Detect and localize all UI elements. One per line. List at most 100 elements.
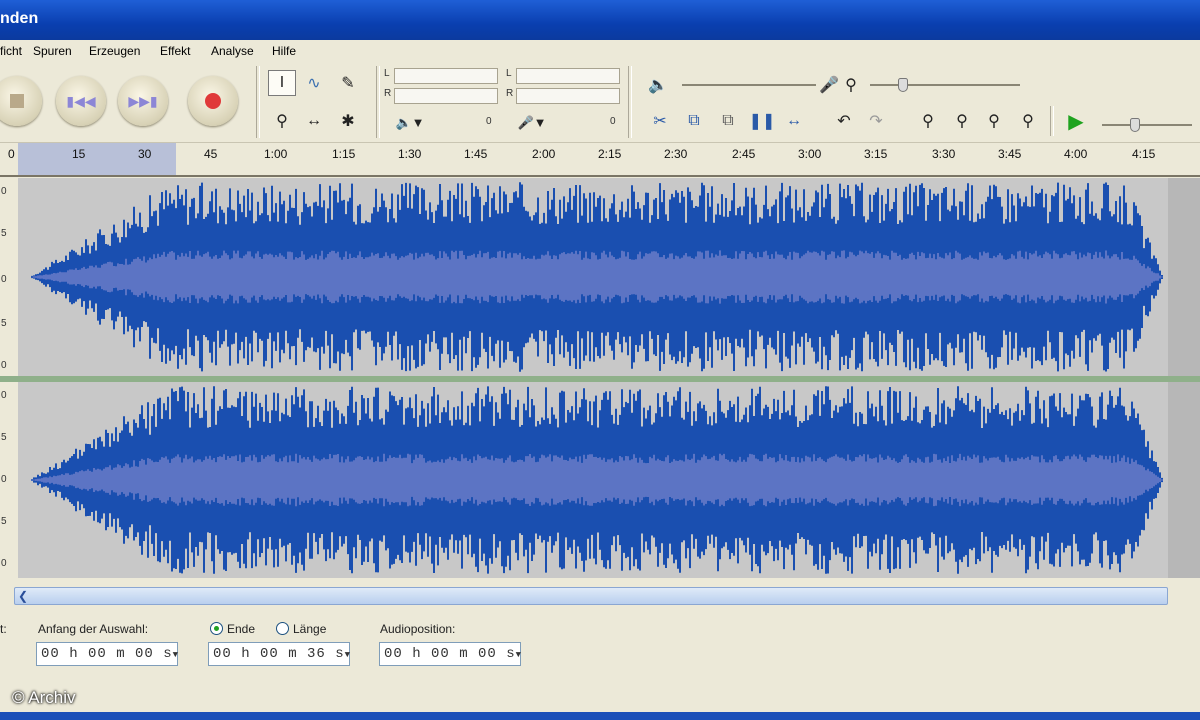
- scrollbar-thumb[interactable]: [14, 587, 1168, 605]
- record-meter-left: [516, 68, 620, 84]
- scale-label: 0: [1, 474, 7, 485]
- play-meter-menu[interactable]: 🔈▼: [388, 110, 432, 136]
- toolbar-separator: [376, 66, 380, 138]
- zoom-tool[interactable]: ⚲: [268, 108, 296, 134]
- copy-icon: ⧉: [688, 112, 700, 129]
- menu-ansicht[interactable]: ficht: [0, 44, 22, 58]
- skip-end-button[interactable]: ▶▶▮: [118, 76, 168, 126]
- timeline-tick: 3:00: [798, 147, 822, 161]
- waveform-rms: [31, 453, 1163, 507]
- selection-end-field[interactable]: 00 h 00 m 36 s▼: [208, 642, 350, 666]
- toolbar-separator: [628, 66, 632, 138]
- scroll-left-arrow-icon[interactable]: ❮: [14, 587, 32, 605]
- toolbar-separator: [256, 66, 260, 138]
- record-button[interactable]: [188, 76, 238, 126]
- play-meter-value: 0: [486, 116, 492, 127]
- input-volume-thumb[interactable]: [898, 78, 908, 92]
- scissors-icon: ✂: [653, 113, 667, 130]
- timeline-tick: 2:00: [532, 147, 556, 161]
- scale-label: 0: [1, 186, 7, 197]
- play-speed-thumb[interactable]: [1130, 118, 1140, 132]
- output-volume-icon: 🔈: [648, 77, 668, 94]
- fit-project-icon: ⚲: [1022, 113, 1034, 130]
- record-meter-value: 0: [610, 116, 616, 127]
- output-volume-slider[interactable]: [682, 84, 816, 86]
- selection-bar: t: Anfang der Auswahl: 00 h 00 m 00 s▼ E…: [0, 608, 1200, 720]
- paste-button[interactable]: ⧉: [714, 108, 742, 134]
- fit-selection-button[interactable]: ⚲: [980, 108, 1008, 134]
- input-volume-icon: ⚲: [845, 77, 857, 94]
- audio-position-field[interactable]: 00 h 00 m 00 s▼: [379, 642, 521, 666]
- window-title: nden: [0, 10, 39, 27]
- trim-icon: ❚❚: [748, 113, 776, 130]
- status-strip: [0, 712, 1200, 720]
- speaker-icon: 🔈▼: [395, 115, 425, 130]
- timeline-tick: 2:30: [664, 147, 688, 161]
- menu-effekt[interactable]: Effekt: [160, 44, 190, 58]
- draw-tool[interactable]: ✎: [334, 70, 362, 96]
- selection-tool[interactable]: I: [268, 70, 296, 96]
- selection-start-field[interactable]: 00 h 00 m 00 s▼: [36, 642, 178, 666]
- input-volume-slider[interactable]: [870, 84, 1020, 86]
- track1-scale: 0 5 0 5 0: [0, 178, 18, 376]
- stop-button[interactable]: [0, 76, 42, 126]
- copy-button[interactable]: ⧉: [680, 108, 708, 134]
- timeline-tick: 4:15: [1132, 147, 1156, 161]
- multi-tool[interactable]: ✱: [334, 108, 362, 134]
- scale-label: 0: [1, 558, 7, 569]
- play-at-speed-button[interactable]: ▶: [1062, 108, 1090, 134]
- pencil-icon: ✎: [341, 75, 355, 92]
- timeline-tick: 3:15: [864, 147, 888, 161]
- record-icon: [188, 76, 238, 126]
- timeshift-tool[interactable]: ↔: [300, 108, 328, 134]
- skip-end-icon: ▶▶▮: [128, 92, 158, 109]
- multi-tool-icon: ✱: [341, 113, 355, 130]
- track-left-channel[interactable]: [18, 178, 1168, 376]
- menu-bar: ficht Spuren Erzeugen Effekt Analyse Hil…: [0, 40, 1200, 62]
- copyright-watermark: © Archiv: [12, 688, 76, 707]
- record-meter-right: [516, 88, 620, 104]
- end-radio[interactable]: [210, 622, 223, 635]
- scale-label: 0: [1, 274, 7, 285]
- skip-start-icon: ▮◀◀: [66, 92, 96, 109]
- dropdown-arrow-icon: ▼: [515, 650, 523, 660]
- timeline-tick: 1:45: [464, 147, 488, 161]
- silence-button[interactable]: ↔: [780, 108, 808, 134]
- timeline-tick: 1:15: [332, 147, 356, 161]
- length-radio[interactable]: [276, 622, 289, 635]
- zoom-out-button[interactable]: ⚲: [948, 108, 976, 134]
- toolbar-separator: [1050, 106, 1054, 136]
- track-right-channel[interactable]: [18, 382, 1168, 578]
- timeline-tick: 2:15: [598, 147, 622, 161]
- menu-spuren[interactable]: Spuren: [33, 44, 72, 58]
- dropdown-arrow-icon: ▼: [172, 650, 180, 660]
- fit-project-button[interactable]: ⚲: [1014, 108, 1042, 134]
- selection-start-value: 00 h 00 m 00 s: [41, 646, 173, 662]
- cut-button[interactable]: ✂: [646, 108, 674, 134]
- zoom-in-button[interactable]: ⚲: [914, 108, 942, 134]
- envelope-tool[interactable]: ∿: [300, 70, 328, 96]
- timeline-tick: 45: [204, 147, 218, 161]
- scale-label: 5: [1, 318, 7, 329]
- timeline-tick: 3:30: [932, 147, 956, 161]
- dropdown-arrow-icon: ▼: [344, 650, 352, 660]
- timeline-tick: 3:45: [998, 147, 1022, 161]
- length-radio-label: Länge: [293, 622, 327, 636]
- skip-start-button[interactable]: ▮◀◀: [56, 76, 106, 126]
- end-radio-label: Ende: [227, 622, 256, 636]
- play-meter-r-label: R: [384, 88, 392, 99]
- trim-button[interactable]: ❚❚: [748, 108, 776, 134]
- selection-start-label: Anfang der Auswahl:: [38, 622, 149, 636]
- menu-erzeugen[interactable]: Erzeugen: [89, 44, 140, 58]
- undo-button[interactable]: ↶: [830, 108, 858, 134]
- timeline-ruler[interactable]: 0 15 30 45 1:00 1:15 1:30 1:45 2:00 2:15…: [0, 143, 1200, 177]
- menu-analyse[interactable]: Analyse: [211, 44, 254, 58]
- record-meter-menu[interactable]: 🎤▼: [510, 110, 554, 136]
- waveform-rms: [31, 250, 1163, 304]
- timeline-tick: 2:45: [732, 147, 756, 161]
- play-meter-right: [394, 88, 498, 104]
- menu-hilfe[interactable]: Hilfe: [272, 44, 296, 58]
- redo-button[interactable]: ↷: [862, 108, 890, 134]
- play-speed-slider[interactable]: [1102, 124, 1192, 126]
- horizontal-scrollbar[interactable]: ❮: [0, 584, 1200, 608]
